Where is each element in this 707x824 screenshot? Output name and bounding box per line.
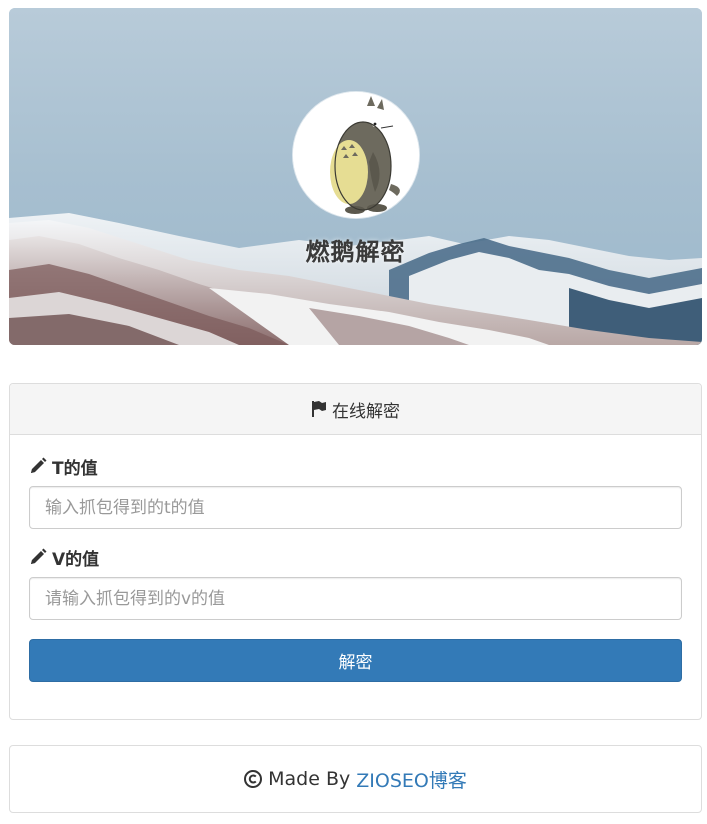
decrypt-form: T的值 V的值 解密 xyxy=(10,454,701,682)
avatar xyxy=(293,92,419,218)
decrypt-panel: 在线解密 T的值 V的值 解密 xyxy=(9,383,702,720)
copyright-icon xyxy=(244,770,263,788)
t-value-label: T的值 xyxy=(29,454,682,479)
panel-heading-text: 在线解密 xyxy=(332,401,400,422)
t-label-text: T的值 xyxy=(52,458,98,479)
v-value-input[interactable] xyxy=(29,577,682,620)
made-by-text: Made By xyxy=(268,768,351,790)
pencil-icon xyxy=(31,548,47,564)
panel-heading: 在线解密 xyxy=(10,384,701,435)
site-title: 燃鹅解密 xyxy=(305,238,406,266)
v-label-text: V的值 xyxy=(52,549,100,570)
totoro-icon xyxy=(293,92,419,218)
pencil-icon xyxy=(31,457,47,473)
blog-link[interactable]: ZIOSEO博客 xyxy=(356,766,467,793)
v-value-label: V的值 xyxy=(29,545,682,570)
decrypt-button[interactable]: 解密 xyxy=(29,639,682,682)
hero-banner: 燃鹅解密 xyxy=(9,8,702,345)
footer: Made By ZIOSEO博客 xyxy=(9,745,702,813)
flag-icon xyxy=(312,401,326,417)
t-value-input[interactable] xyxy=(29,486,682,529)
